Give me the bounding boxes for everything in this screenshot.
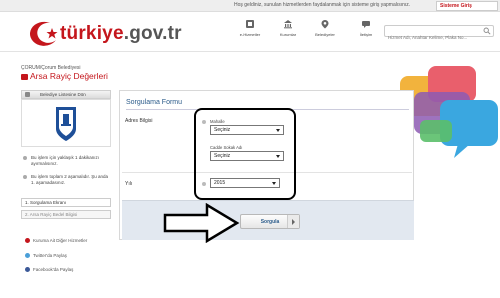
back-arrow-icon xyxy=(25,92,30,97)
crescent-star-logo-icon[interactable] xyxy=(20,18,62,48)
duration-note: Bu işlem için yaklaşık 1 dakikanızı ayır… xyxy=(23,155,111,166)
nav-contact[interactable]: İletişim xyxy=(348,19,384,37)
nav-e-services[interactable]: e-Hizmetler xyxy=(232,19,268,37)
site-header: türkiye.gov.tr e-Hizmetler Kurumlar Bele… xyxy=(0,12,500,52)
stage-note: Bu işlem toplam 2 aşamalıdır. Şu anda 1.… xyxy=(23,174,111,185)
e-services-icon xyxy=(246,20,254,28)
submit-label: Sorgula xyxy=(260,219,280,225)
login-button[interactable]: Sisteme Giriş xyxy=(436,1,498,11)
facebook-share-label: Facebook'da Paylaş xyxy=(33,267,74,272)
municipality-emblem-box xyxy=(21,99,111,147)
nav-label: Belediyeler xyxy=(315,32,335,37)
contact-icon xyxy=(362,21,370,28)
twitter-share-label: Twitter'da Paylaş xyxy=(33,253,67,258)
logo-domain: .gov.tr xyxy=(123,23,182,44)
step-list: 1. Sorgulama Ekranı 2. Arsa Rayiç Bedel … xyxy=(21,198,111,222)
nav-label: e-Hizmetler xyxy=(239,32,261,37)
facebook-share-link[interactable]: Facebook'da Paylaş xyxy=(25,267,73,272)
address-label: Adres Bilgisi xyxy=(125,118,153,124)
annotation-arrow-icon xyxy=(163,203,240,243)
nav-institutions[interactable]: Kurumlar xyxy=(270,19,306,37)
search-icon[interactable] xyxy=(483,27,491,35)
twitter-icon xyxy=(25,253,30,258)
search-input[interactable] xyxy=(385,32,481,43)
back-to-list-button[interactable]: Belediye Listesine Dön xyxy=(21,90,111,99)
site-logo-text[interactable]: türkiye.gov.tr xyxy=(60,23,182,45)
info-bullet-icon xyxy=(23,175,27,179)
page-title: Arsa Rayiç Değerleri xyxy=(21,71,108,81)
back-to-list-label: Belediye Listesine Dön xyxy=(40,92,86,97)
logo-main: türkiye xyxy=(60,23,124,44)
nav-municipalities[interactable]: Belediyeler xyxy=(307,19,343,37)
facebook-icon xyxy=(25,267,30,272)
stage-note-text: Bu işlem toplam 2 aşamalıdır. Şu anda 1.… xyxy=(31,174,109,185)
institutions-icon xyxy=(284,20,292,29)
nav-label: Kurumlar xyxy=(279,32,297,37)
annotation-highlight-box xyxy=(194,108,296,200)
municipality-emblem-icon xyxy=(56,107,76,141)
year-label: Yılı xyxy=(125,181,133,187)
search-box xyxy=(384,25,494,43)
form-title: Sorgulama Formu xyxy=(126,99,183,106)
info-bullet-icon xyxy=(23,156,27,160)
query-submit-button[interactable]: Sorgula xyxy=(240,214,300,229)
services-icon xyxy=(25,238,30,243)
municipalities-icon xyxy=(321,20,329,29)
step-2: 2. Arsa Rayiç Bedel Bilgisi xyxy=(21,210,111,219)
step-1: 1. Sorgulama Ekranı xyxy=(21,198,111,207)
twitter-share-link[interactable]: Twitter'da Paylaş xyxy=(25,253,67,258)
other-services-label: Kuruma Ait Diğer Hizmetler xyxy=(33,238,88,243)
page-title-text: Arsa Rayiç Değerleri xyxy=(30,71,108,81)
welcome-message: Hoş geldiniz, sunulan hizmetlerden fayda… xyxy=(234,2,411,8)
duration-note-text: Bu işlem için yaklaşık 1 dakikanızı ayır… xyxy=(31,155,100,166)
title-flag-icon xyxy=(21,74,28,80)
nav-label: İletişim xyxy=(359,32,373,37)
top-bar: Hoş geldiniz, sunulan hizmetlerden fayda… xyxy=(0,0,500,12)
other-services-link[interactable]: Kuruma Ait Diğer Hizmetler xyxy=(25,238,87,243)
chevron-right-icon xyxy=(287,215,299,228)
